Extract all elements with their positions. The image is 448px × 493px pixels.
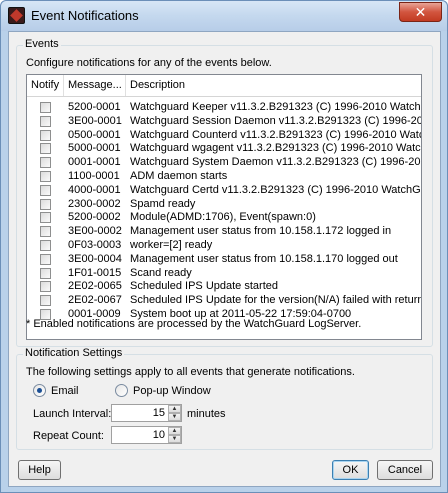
notify-checkbox[interactable] bbox=[40, 295, 51, 307]
notify-checkbox[interactable] bbox=[40, 157, 51, 169]
launch-interval-unit: minutes bbox=[187, 408, 226, 420]
launch-interval-spin-buttons[interactable]: ▲ ▼ bbox=[168, 405, 181, 421]
events-description: Configure notifications for any of the e… bbox=[26, 57, 272, 69]
repeat-count-down-icon[interactable]: ▼ bbox=[168, 435, 181, 443]
description-cell: Watchguard System Daemon v11.3.2.B291323… bbox=[130, 156, 422, 169]
description-cell: Module(ADMD:1706), Event(spawn:0) bbox=[130, 211, 316, 224]
message-id-cell: 1100-0001 bbox=[68, 170, 120, 182]
description-cell: Scand ready bbox=[130, 266, 192, 279]
launch-interval-down-icon[interactable]: ▼ bbox=[168, 413, 181, 421]
message-id-cell: 2E02-0065 bbox=[68, 280, 122, 293]
launch-interval-label: Launch Interval: bbox=[33, 408, 112, 420]
notify-checkbox[interactable] bbox=[40, 102, 51, 113]
message-id-cell: 0001-0001 bbox=[68, 156, 121, 169]
notify-checkbox[interactable] bbox=[40, 281, 51, 293]
dialog-body: Events Configure notifications for any o… bbox=[8, 31, 441, 487]
column-header-description[interactable]: Description bbox=[126, 75, 421, 96]
repeat-count-up-icon[interactable]: ▲ bbox=[168, 427, 181, 435]
table-row[interactable]: 3E00-0002 Management user status from 10.… bbox=[27, 225, 421, 238]
events-table[interactable]: Notify Message... Description 5200-0001 W… bbox=[26, 74, 422, 340]
message-id-cell: 3E00-0001 bbox=[68, 114, 122, 127]
table-row[interactable]: 4000-0001 Watchguard Certd v11.3.2.B29132… bbox=[27, 184, 421, 197]
message-id-cell: 2300-0002 bbox=[68, 197, 121, 210]
message-id-cell: 3E00-0002 bbox=[68, 225, 122, 238]
message-id-cell: 5000-0001 bbox=[68, 142, 121, 155]
notify-checkbox[interactable] bbox=[40, 184, 51, 196]
column-header-message[interactable]: Message... bbox=[64, 75, 126, 96]
notify-checkbox[interactable] bbox=[40, 212, 51, 224]
cancel-button[interactable]: Cancel bbox=[377, 460, 433, 480]
launch-interval-up-icon[interactable]: ▲ bbox=[168, 405, 181, 413]
message-id-cell: 5200-0001 bbox=[68, 101, 121, 113]
message-id-cell: 3E00-0004 bbox=[68, 252, 122, 265]
description-cell: Management user status from 10.158.1.172… bbox=[130, 225, 392, 238]
title-bar: Event Notifications ✕ bbox=[1, 1, 447, 31]
description-cell: Management user status from 10.158.1.170… bbox=[130, 252, 398, 265]
repeat-count-label: Repeat Count: bbox=[33, 430, 104, 442]
table-row[interactable]: 5000-0001 Watchguard wgagent v11.3.2.B291… bbox=[27, 142, 421, 155]
description-cell: Watchguard Session Daemon v11.3.2.B29132… bbox=[130, 114, 422, 127]
table-row[interactable]: 3E00-0004 Management user status from 10.… bbox=[27, 253, 421, 266]
table-row[interactable]: 0F03-0003 worker=[2] ready bbox=[27, 239, 421, 252]
repeat-count-value[interactable]: 10 bbox=[153, 429, 165, 441]
repeat-count-stepper[interactable]: 10 ▲ ▼ bbox=[111, 426, 182, 444]
description-cell: Watchguard Keeper v11.3.2.B291323 (C) 19… bbox=[130, 101, 422, 113]
popup-window-radio[interactable] bbox=[115, 384, 128, 397]
ok-button[interactable]: OK bbox=[332, 460, 369, 480]
notify-checkbox[interactable] bbox=[40, 198, 51, 210]
description-cell: Watchguard wgagent v11.3.2.B291323 (C) 1… bbox=[130, 142, 422, 155]
table-row[interactable]: 3E00-0001 Watchguard Session Daemon v11.3… bbox=[27, 115, 421, 128]
description-cell: Scheduled IPS Update for the version(N/A… bbox=[130, 294, 422, 307]
message-id-cell: 1F01-0015 bbox=[68, 266, 122, 279]
table-header: Notify Message... Description bbox=[27, 75, 421, 97]
description-cell: worker=[2] ready bbox=[130, 239, 213, 251]
settings-group-label: Notification Settings bbox=[23, 347, 125, 359]
events-group-label: Events bbox=[23, 38, 61, 50]
table-row[interactable]: 0500-0001 Watchguard Counterd v11.3.2.B29… bbox=[27, 129, 421, 142]
logserver-note: * Enabled notifications are processed by… bbox=[26, 318, 362, 330]
column-header-notify[interactable]: Notify bbox=[27, 75, 64, 96]
app-icon bbox=[8, 7, 25, 24]
description-cell: Scheduled IPS Update started bbox=[130, 280, 278, 293]
message-id-cell: 4000-0001 bbox=[68, 183, 121, 196]
repeat-count-spin-buttons[interactable]: ▲ ▼ bbox=[168, 427, 181, 443]
window-title: Event Notifications bbox=[31, 8, 139, 23]
message-id-cell: 0F03-0003 bbox=[68, 239, 122, 251]
table-row[interactable]: 5200-0002 Module(ADMD:1706), Event(spawn:… bbox=[27, 211, 421, 224]
message-id-cell: 0500-0001 bbox=[68, 128, 121, 141]
description-cell: ADM daemon starts bbox=[130, 170, 228, 182]
popup-window-label[interactable]: Pop-up Window bbox=[133, 385, 211, 397]
table-row[interactable]: 1F01-0015 Scand ready bbox=[27, 267, 421, 280]
table-row[interactable]: 1100-0001 ADM daemon starts bbox=[27, 170, 421, 183]
help-button[interactable]: Help bbox=[18, 460, 61, 480]
message-id-cell: 2E02-0067 bbox=[68, 294, 122, 307]
dialog-window: Event Notifications ✕ Events Configure n… bbox=[0, 0, 448, 493]
message-id-cell: 5200-0002 bbox=[68, 211, 121, 224]
notify-checkbox[interactable] bbox=[40, 267, 51, 279]
notify-checkbox[interactable] bbox=[40, 226, 51, 238]
description-cell: Watchguard Certd v11.3.2.B291323 (C) 199… bbox=[130, 183, 422, 196]
notify-checkbox[interactable] bbox=[40, 129, 51, 141]
table-row[interactable]: 2E02-0067 Scheduled IPS Update for the ve… bbox=[27, 294, 421, 307]
launch-interval-value[interactable]: 15 bbox=[153, 407, 165, 419]
table-row[interactable]: 2E02-0065 Scheduled IPS Update started bbox=[27, 280, 421, 293]
settings-description: The following settings apply to all even… bbox=[26, 366, 355, 378]
close-button[interactable]: ✕ bbox=[399, 2, 442, 22]
notify-checkbox[interactable] bbox=[40, 143, 51, 155]
table-row[interactable]: 2300-0002 Spamd ready bbox=[27, 198, 421, 211]
launch-interval-stepper[interactable]: 15 ▲ ▼ bbox=[111, 404, 182, 422]
email-radio[interactable] bbox=[33, 384, 46, 397]
description-cell: Spamd ready bbox=[130, 197, 196, 210]
table-row[interactable]: 0001-0001 Watchguard System Daemon v11.3.… bbox=[27, 156, 421, 169]
email-label[interactable]: Email bbox=[51, 385, 79, 397]
notify-checkbox[interactable] bbox=[40, 115, 51, 127]
notify-checkbox[interactable] bbox=[40, 171, 51, 182]
description-cell: Watchguard Counterd v11.3.2.B291323 (C) … bbox=[130, 128, 422, 141]
notify-checkbox[interactable] bbox=[40, 253, 51, 265]
table-row[interactable]: 5200-0001 Watchguard Keeper v11.3.2.B2913… bbox=[27, 101, 421, 114]
notify-checkbox[interactable] bbox=[40, 240, 51, 251]
